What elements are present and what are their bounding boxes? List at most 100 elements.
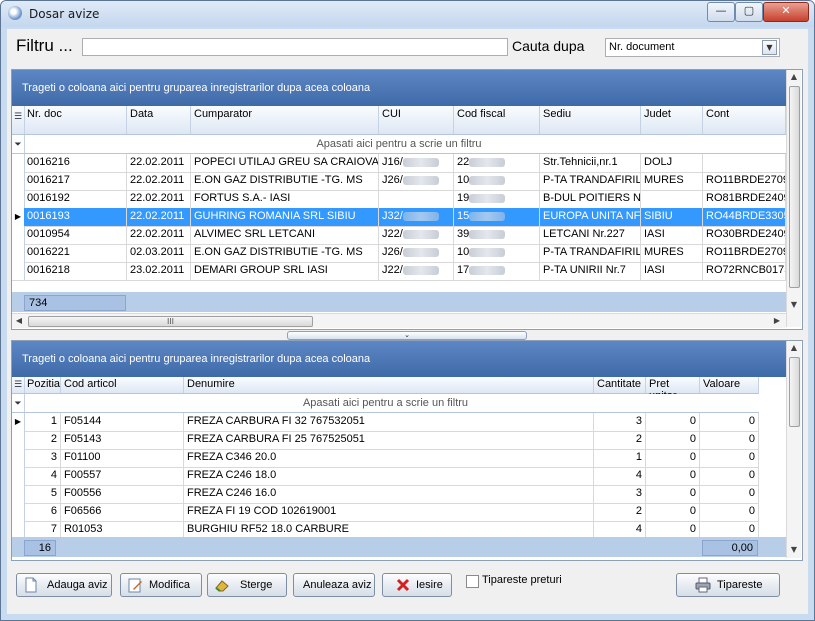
chevron-down-icon[interactable]: ▼ <box>762 40 777 55</box>
cell-valoare[interactable]: 0 <box>700 413 759 431</box>
delete-button[interactable]: Sterge <box>207 573 287 597</box>
cell-cantitate[interactable]: 1 <box>594 449 646 467</box>
cell-data[interactable]: 22.02.2011 <box>127 190 191 208</box>
cell-cumparator[interactable]: POPECI UTILAJ GREU SA CRAIOVA <box>191 154 379 172</box>
cell-sediu[interactable]: LETCANI Nr.227 <box>540 226 641 244</box>
cell-nr-doc[interactable]: 0016192 <box>24 190 127 208</box>
cell-valoare[interactable]: 0 <box>700 449 759 467</box>
table-row[interactable]: 6 F06566 FREZA FI 19 COD 102619001 2 0 0 <box>12 503 759 522</box>
scroll-up-icon[interactable]: ▲ <box>787 341 801 355</box>
edit-button[interactable]: Modifica <box>120 573 202 597</box>
scroll-down-icon[interactable]: ▼ <box>787 543 801 557</box>
table-row[interactable]: 2 F05143 FREZA CARBURA FI 25 767525051 2 0 0 <box>12 431 759 450</box>
cell-cantitate[interactable]: 4 <box>594 467 646 485</box>
column-header-cod-articol[interactable]: Cod articol <box>61 377 184 393</box>
cell-sediu[interactable]: P-TA TRANDAFIRIL <box>540 244 641 262</box>
group-by-panel[interactable]: Trageti o coloana aici pentru gruparea i… <box>12 70 786 106</box>
cell-denumire[interactable]: FREZA FI 19 COD 102619001 <box>184 503 594 521</box>
cell-pret-unitar[interactable]: 0 <box>646 467 700 485</box>
exit-button[interactable]: Iesire <box>382 573 452 597</box>
cell-cui[interactable] <box>379 190 454 208</box>
cell-judet[interactable]: IASI <box>641 262 703 280</box>
cell-sediu[interactable]: EUROPA UNITA NF <box>540 208 641 226</box>
cell-cod-fiscal[interactable]: 39 <box>454 226 540 244</box>
cell-cod-articol[interactable]: F05143 <box>61 431 184 449</box>
cell-cod-articol[interactable]: F06566 <box>61 503 184 521</box>
scroll-down-icon[interactable]: ▼ <box>787 298 801 312</box>
minimize-button[interactable]: — <box>707 2 735 22</box>
cell-denumire[interactable]: FREZA C246 18.0 <box>184 467 594 485</box>
table-row[interactable]: 5 F00556 FREZA C246 16.0 3 0 0 <box>12 485 759 504</box>
cell-cod-fiscal[interactable]: 22 <box>454 154 540 172</box>
table-row[interactable]: ▶ 1 F05144 FREZA CARBURA FI 32 767532051 3 0 0 <box>12 413 759 432</box>
table-row[interactable]: 0016192 22.02.2011 FORTUS S.A.- IASI 19 B-DU… <box>12 190 786 209</box>
cell-cod-fiscal[interactable]: 15 <box>454 208 540 226</box>
cell-data[interactable]: 22.02.2011 <box>127 226 191 244</box>
table-row[interactable]: 0016216 22.02.2011 POPECI UTILAJ GREU SA C… <box>12 154 786 173</box>
column-header-judet[interactable]: Judet <box>641 106 703 134</box>
cell-valoare[interactable]: 0 <box>700 503 759 521</box>
filter-row[interactable]: ⏷ Apasati aici pentru a scrie un filtru <box>12 394 759 413</box>
group-by-panel[interactable]: Trageti o coloana aici pentru gruparea i… <box>12 341 786 377</box>
close-button[interactable]: ✕ <box>763 2 809 22</box>
column-header-data[interactable]: Data <box>127 106 191 134</box>
cancel-document-button[interactable]: Anuleaza aviz <box>293 573 375 597</box>
cell-cod-articol[interactable]: F00557 <box>61 467 184 485</box>
cell-pozitia[interactable]: 1 <box>24 413 61 431</box>
column-header-denumire[interactable]: Denumire <box>184 377 594 393</box>
cell-cui[interactable]: J26/ <box>379 172 454 190</box>
cell-valoare[interactable]: 0 <box>700 485 759 503</box>
cell-cumparator[interactable]: GUHRING ROMANIA SRL SIBIU <box>191 208 379 226</box>
cell-judet[interactable]: DOLJ <box>641 154 703 172</box>
cell-denumire[interactable]: FREZA CARBURA FI 32 767532051 <box>184 413 594 431</box>
cell-nr-doc[interactable]: 0016216 <box>24 154 127 172</box>
scroll-thumb[interactable]: III <box>28 316 313 327</box>
cell-cantitate[interactable]: 3 <box>594 413 646 431</box>
cell-valoare[interactable]: 0 <box>700 431 759 449</box>
splitter-handle[interactable]: ⌄ <box>287 331 527 340</box>
cell-cont[interactable]: RO44BRDE3305 <box>703 208 786 226</box>
cell-cod-articol[interactable]: F01100 <box>61 449 184 467</box>
cell-cont[interactable]: RO30BRDE2409 <box>703 226 786 244</box>
column-header-cantitate[interactable]: Cantitate <box>594 377 646 393</box>
scroll-left-icon[interactable]: ◀ <box>12 314 26 328</box>
column-header-sediu[interactable]: Sediu <box>540 106 641 134</box>
cell-nr-doc[interactable]: 0016221 <box>24 244 127 262</box>
cell-cui[interactable]: J26/ <box>379 244 454 262</box>
cell-cod-fiscal[interactable]: 10 <box>454 172 540 190</box>
cell-nr-doc[interactable]: 0016218 <box>24 262 127 280</box>
cell-pozitia[interactable]: 3 <box>24 449 61 467</box>
maximize-button[interactable]: ▢ <box>735 2 763 22</box>
cell-cui[interactable]: J22/ <box>379 262 454 280</box>
column-header-cui[interactable]: CUI <box>379 106 454 134</box>
horizontal-scrollbar[interactable]: ◀ III ▶ <box>12 313 786 328</box>
cell-cumparator[interactable]: E.ON GAZ DISTRIBUTIE -TG. MS <box>191 172 379 190</box>
cell-cod-articol[interactable]: F05144 <box>61 413 184 431</box>
cell-nr-doc[interactable]: 0010954 <box>24 226 127 244</box>
column-header-pret-unitar[interactable]: Pret unitar <box>646 377 700 402</box>
cell-data[interactable]: 22.02.2011 <box>127 154 191 172</box>
vertical-scrollbar[interactable]: ▲ ▼ <box>786 341 801 558</box>
cell-data[interactable]: 22.02.2011 <box>127 172 191 190</box>
cell-cont[interactable]: RO11BRDE2709 <box>703 172 786 190</box>
cell-pret-unitar[interactable]: 0 <box>646 431 700 449</box>
cell-cantitate[interactable]: 2 <box>594 431 646 449</box>
cell-data[interactable]: 23.02.2011 <box>127 262 191 280</box>
cell-pret-unitar[interactable]: 0 <box>646 503 700 521</box>
table-row[interactable]: 0016217 22.02.2011 E.ON GAZ DISTRIBUTIE -T… <box>12 172 786 191</box>
column-header-valoare[interactable]: Valoare <box>700 377 759 393</box>
vertical-scrollbar[interactable]: ▲ ▼ <box>786 70 801 327</box>
cell-judet[interactable]: MURES <box>641 172 703 190</box>
cell-cont[interactable]: RO81BRDE2409 <box>703 190 786 208</box>
cell-pozitia[interactable]: 2 <box>24 431 61 449</box>
cell-sediu[interactable]: P-TA UNIRII Nr.7 <box>540 262 641 280</box>
cell-cumparator[interactable]: ALVIMEC SRL LETCANI <box>191 226 379 244</box>
cell-data[interactable]: 22.02.2011 <box>127 208 191 226</box>
cell-cod-fiscal[interactable]: 10 <box>454 244 540 262</box>
cell-cumparator[interactable]: E.ON GAZ DISTRIBUTIE -TG. MS <box>191 244 379 262</box>
scroll-up-icon[interactable]: ▲ <box>787 70 801 84</box>
cell-cui[interactable]: J32/ <box>379 208 454 226</box>
cell-valoare[interactable]: 0 <box>700 467 759 485</box>
cell-cod-fiscal[interactable]: 19 <box>454 190 540 208</box>
cell-cumparator[interactable]: FORTUS S.A.- IASI <box>191 190 379 208</box>
